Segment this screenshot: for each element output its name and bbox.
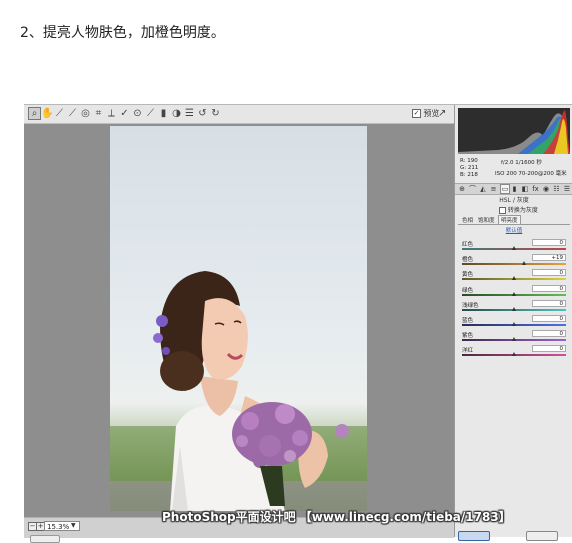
b-value: 218 (467, 172, 478, 178)
slider-label: 橙色 (462, 257, 474, 264)
panel-tab-4[interactable]: ≡ (490, 185, 498, 193)
radial-filter-icon[interactable]: ◑ (171, 108, 182, 119)
slider-label: 洋红 (462, 348, 474, 355)
slider-label: 黄色 (462, 272, 474, 279)
slider-thumb[interactable] (521, 261, 526, 266)
open-image-button[interactable] (458, 531, 490, 541)
graduated-filter-icon[interactable]: ▮ (158, 108, 169, 119)
slider-label: 红色 (462, 242, 474, 248)
color-sampler-tool-icon[interactable]: ⟋ (67, 108, 78, 119)
panel-tab-5[interactable]: ▭ (500, 184, 510, 194)
rotate-right-icon[interactable]: ↻ (210, 108, 221, 119)
slider-row: 黄色 0 (462, 269, 567, 284)
hsl-subtabs: 色相 饱和度 明亮度 (458, 215, 570, 225)
grayscale-checkbox-box[interactable] (499, 207, 506, 214)
r-value: 190 (467, 158, 478, 164)
slider-value-input[interactable]: 0 (532, 345, 566, 353)
step-instruction: 2、提亮人物肤色，加橙色明度。 (20, 25, 225, 41)
slider-row: 橙色 +19 (462, 254, 567, 269)
zoom-tool-icon[interactable]: ⌕ (28, 107, 41, 120)
photo-preview (110, 126, 367, 511)
adjustments-panel: R: 190 G: 211 B: 218 f/2.0 1/1600 秒 ISO … (454, 105, 572, 537)
convert-grayscale-checkbox[interactable]: 转换为灰度 (499, 205, 538, 214)
red-eye-tool-icon[interactable]: ⊙ (132, 108, 143, 119)
panel-tab-3[interactable]: ◭ (479, 185, 487, 193)
panel-title: HSL / 灰度 (499, 197, 529, 204)
panel-tab-10[interactable]: ☷ (553, 185, 561, 193)
slider-thumb[interactable] (512, 337, 516, 342)
cancel-button[interactable] (526, 531, 558, 541)
crop-tool-icon[interactable]: ⌗ (93, 108, 104, 119)
panel-tab-1[interactable]: ⊕ (458, 185, 466, 193)
g-value: 211 (467, 165, 479, 171)
slider-label: 浅绿色 (462, 302, 479, 309)
slider-row: 浅绿色 0 (462, 299, 567, 315)
preferences-icon[interactable]: ☰ (184, 108, 195, 119)
panel-tab-8[interactable]: fx (532, 185, 540, 193)
slider-value-input[interactable]: 0 (532, 315, 566, 322)
grayscale-label: 转换为灰度 (507, 207, 538, 214)
preview-checkbox[interactable]: ✓ 预览 (412, 108, 440, 119)
preview-check-icon: ✓ (412, 109, 421, 118)
slider-thumb[interactable] (512, 306, 516, 311)
panel-tabs: ⊕ ⌒ ◭ ≡ ▭ ▮ ◧ fx ◉ ☷ ☰ (455, 183, 572, 195)
slider-thumb[interactable] (512, 352, 516, 357)
rotate-left-icon[interactable]: ↺ (197, 108, 208, 119)
panel-tab-7[interactable]: ◧ (521, 185, 529, 193)
histogram-graph (458, 110, 570, 154)
slider-thumb[interactable] (512, 322, 516, 326)
slider-value-input[interactable]: 0 (532, 299, 566, 307)
r-label: R: (460, 158, 466, 164)
panel-tab-9[interactable]: ◉ (542, 185, 550, 193)
g-label: G: (460, 165, 467, 171)
subtab-saturation[interactable]: 饱和度 (476, 216, 497, 224)
slider-label: 紫色 (462, 333, 474, 340)
save-image-button[interactable] (30, 535, 60, 543)
subtab-luminance[interactable]: 明亮度 (498, 215, 521, 224)
fullscreen-icon[interactable]: ↗ (438, 108, 450, 119)
aperture-shutter-readout: f/2.0 1/1600 秒 (501, 160, 542, 166)
image-canvas[interactable] (24, 124, 454, 517)
spot-removal-tool-icon[interactable]: ✓ (119, 108, 130, 119)
iso-lens-readout: ISO 200 70-200@200 毫米 (495, 171, 567, 177)
chevron-down-icon[interactable]: ▼ (71, 522, 76, 529)
slider-thumb[interactable] (512, 291, 516, 296)
slider-value-input[interactable]: 0 (532, 284, 566, 292)
slider-track[interactable] (462, 263, 566, 266)
slider-value-input[interactable]: 0 (532, 269, 566, 277)
camera-raw-dialog: ⌕ ✋ ⟋ ⟋ ◎ ⌗ ⟂ ✓ ⊙ ⟋ ▮ ◑ ☰ ↺ ↻ ✓ 预览 ↗ − +… (24, 104, 572, 543)
targeted-adjustment-tool-icon[interactable]: ◎ (80, 108, 91, 119)
slider-row: 绿色 0 (462, 284, 567, 300)
subtab-hue[interactable]: 色相 (460, 216, 475, 224)
panel-tab-2[interactable]: ⌒ (469, 185, 477, 193)
slider-thumb[interactable] (512, 276, 516, 281)
info-readouts: R: 190 G: 211 B: 218 f/2.0 1/1600 秒 ISO … (455, 157, 572, 183)
panel-tab-11[interactable]: ☰ (563, 185, 571, 193)
straighten-tool-icon[interactable]: ⟂ (106, 108, 117, 119)
slider-row: 蓝色 0 (462, 315, 567, 330)
slider-label: 蓝色 (462, 318, 474, 324)
slider-value-input[interactable]: 0 (532, 330, 566, 338)
rgb-readout: R: 190 G: 211 B: 218 (460, 158, 478, 179)
default-link[interactable]: 默认值 (455, 226, 572, 234)
watermark: PhotoShop平面设计吧 【www.linecg.com/tieba/178… (162, 510, 511, 524)
adjustment-brush-icon[interactable]: ⟋ (145, 108, 156, 119)
slider-row: 洋红 0 (462, 345, 567, 360)
slider-label: 绿色 (462, 287, 474, 294)
slider-row: 红色 0 (462, 239, 567, 254)
hand-tool-icon[interactable]: ✋ (41, 108, 53, 119)
b-label: B: (460, 172, 466, 178)
panel-tab-6[interactable]: ▮ (511, 185, 519, 193)
slider-row: 紫色 0 (462, 330, 567, 345)
histogram (458, 108, 570, 154)
bride-portrait-image (110, 271, 367, 511)
slider-value-input[interactable]: 0 (532, 239, 566, 246)
camera-raw-toolbar: ⌕ ✋ ⟋ ⟋ ◎ ⌗ ⟂ ✓ ⊙ ⟋ ▮ ◑ ☰ ↺ ↻ ✓ 预览 ↗ (24, 105, 454, 124)
slider-thumb[interactable] (512, 246, 516, 250)
white-balance-tool-icon[interactable]: ⟋ (54, 108, 65, 119)
slider-value-input[interactable]: +19 (532, 254, 566, 262)
